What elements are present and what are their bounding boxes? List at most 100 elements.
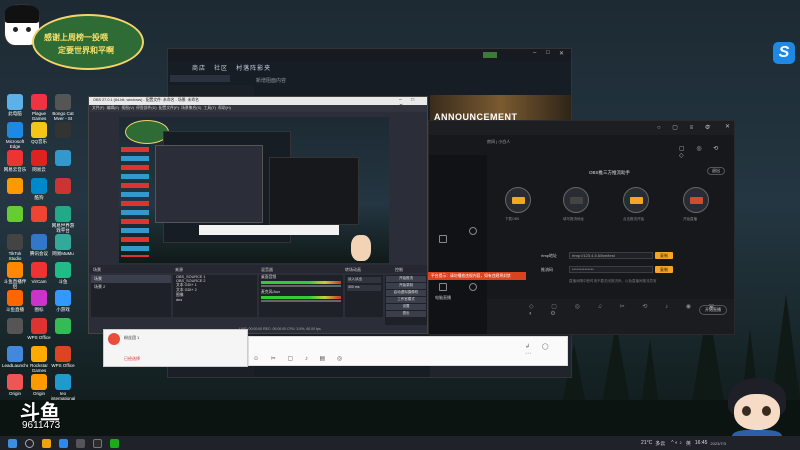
taskbar-app-icon[interactable] xyxy=(42,438,51,448)
step-node-2[interactable] xyxy=(563,187,589,213)
chat-toolbar-icons[interactable]: ☺ ✂ ▢ ♪ ▤ ◎ xyxy=(253,355,347,362)
chat-popup: 粉丝团 1 已经选择 xyxy=(103,329,248,367)
desktop-icon[interactable]: 酷狗 xyxy=(26,178,52,205)
obs-menu-profile[interactable]: 配置文件(P) xyxy=(159,106,179,110)
desktop-icon[interactable] xyxy=(2,318,28,345)
chat-item-1[interactable]: 粉丝团 1 xyxy=(124,335,139,341)
chat-item-2[interactable]: 已经选择 xyxy=(124,356,140,362)
transition-type[interactable]: 淡入淡出 xyxy=(347,277,381,283)
desktop-icon-label xyxy=(2,335,28,345)
taskbar-app-icon[interactable] xyxy=(59,438,68,448)
scene-item[interactable]: 场景 xyxy=(91,275,171,283)
desktop-icon[interactable]: 斗鱼直播 xyxy=(2,290,28,317)
start-record-button[interactable]: 开始录制 xyxy=(386,283,426,289)
desktop-icon[interactable] xyxy=(50,150,76,177)
desktop-icon[interactable]: Plague Games xyxy=(26,94,52,121)
steam-friend-button[interactable] xyxy=(483,52,497,58)
steam-nav-store[interactable]: 商店 xyxy=(192,66,206,72)
steam-search[interactable] xyxy=(170,75,230,82)
key-copy-button[interactable]: 复制 xyxy=(655,266,673,273)
desktop-icon[interactable]: WPS Office xyxy=(26,318,52,345)
desktop-icon[interactable]: 网易云音乐 xyxy=(2,150,28,177)
desktop-icon[interactable]: VirCam xyxy=(26,262,52,289)
step-node-1[interactable] xyxy=(505,187,531,213)
taskbar-app-icon[interactable] xyxy=(76,438,85,448)
ime-indicator[interactable]: 英 xyxy=(686,440,691,447)
step-node-4[interactable] xyxy=(683,187,709,213)
transition-duration[interactable]: 300 ms xyxy=(347,285,381,291)
desktop-icon[interactable]: 斗鱼 xyxy=(50,262,76,289)
desktop-icon[interactable] xyxy=(2,178,28,205)
obs-menu-help[interactable]: 帮助(H) xyxy=(218,106,231,110)
desktop-icon[interactable] xyxy=(50,122,76,149)
tray-icons[interactable]: ^ ◐ ♪ xyxy=(671,440,682,446)
start-stream-button[interactable]: 开始推流 xyxy=(386,276,426,282)
desktop-icon[interactable] xyxy=(26,206,52,233)
mixer-meter-desktop xyxy=(261,281,341,284)
live-left-column xyxy=(429,155,487,334)
live-left-icon-1[interactable] xyxy=(439,235,447,243)
desktop-app-icon xyxy=(7,346,23,362)
live-left-icon-2[interactable] xyxy=(469,227,477,235)
desktop-icon[interactable] xyxy=(50,318,76,345)
start-button[interactable] xyxy=(8,438,17,448)
live-tab[interactable]: 电脑直播 xyxy=(435,295,451,301)
desktop-icon[interactable] xyxy=(50,178,76,205)
scene-item[interactable]: 场景 2 xyxy=(91,283,171,291)
desktop-icon[interactable]: 图标 xyxy=(26,290,52,317)
obs-preview[interactable] xyxy=(119,117,389,263)
obs-menu-view[interactable]: 视图(V) xyxy=(121,106,134,110)
studio-mode-button[interactable]: 工作室模式 xyxy=(386,297,426,303)
desktop-icon[interactable]: Bongo Cat Mver - St xyxy=(50,94,76,121)
mixer-slider-desktop[interactable] xyxy=(261,285,341,287)
rtmp-copy-button[interactable]: 复制 xyxy=(655,252,673,259)
obs-menu-edit[interactable]: 编辑(E) xyxy=(107,106,120,110)
steam-nav-profile[interactable]: 村落阵影夹 xyxy=(236,66,271,72)
obs-menu-file[interactable]: 文件(F) xyxy=(92,106,104,110)
virtual-camera-button[interactable]: 启动虚拟摄像机 xyxy=(386,290,426,296)
live-start-button[interactable]: 开始直播 xyxy=(699,305,727,315)
steam-nav-community[interactable]: 社区 xyxy=(214,66,228,72)
desktop-icon[interactable]: WPS Office xyxy=(50,346,76,373)
stream-key-field[interactable]: ************** xyxy=(569,266,653,273)
desktop-icon[interactable]: 小游戏 xyxy=(50,290,76,317)
settings-button[interactable]: 设置 xyxy=(386,304,426,310)
live-minimize-button[interactable]: – xyxy=(707,123,710,129)
desktop-icon[interactable]: TikTok Studio xyxy=(2,234,28,261)
desktop-icon[interactable]: QQ音乐 xyxy=(26,122,52,149)
source-item[interactable]: dns xyxy=(173,298,257,302)
live-left-icon-4[interactable] xyxy=(469,283,477,291)
live-left-icon-3[interactable] xyxy=(439,283,447,291)
steam-minimize-button[interactable]: – xyxy=(533,50,541,58)
exit-button[interactable]: 退出 xyxy=(386,311,426,317)
mixer-slider-mic[interactable] xyxy=(261,300,341,302)
clock-time[interactable]: 16:45 xyxy=(695,440,708,446)
taskbar-app-icon[interactable] xyxy=(110,438,119,448)
obs-menu-docks[interactable]: 停靠部件(D) xyxy=(136,106,156,110)
desktop-icon[interactable]: LeadLauncher xyxy=(2,346,28,373)
taskbar-app-icon[interactable] xyxy=(93,438,102,448)
desktop-icon[interactable]: 网易MuMu xyxy=(50,234,76,261)
desktop-icon[interactable]: 此电脑 xyxy=(2,94,28,121)
obs-menu-tools[interactable]: 工具(T) xyxy=(203,106,215,110)
steam-maximize-button[interactable]: □ xyxy=(546,50,554,58)
chat-send-icons[interactable]: ↲ ◯ ⋯ xyxy=(525,343,567,357)
s-logo-icon[interactable]: S xyxy=(773,42,795,64)
desktop-app-icon xyxy=(31,234,47,250)
desktop-icon[interactable]: 斗鱼直播伴侣 xyxy=(2,262,28,289)
steam-close-button[interactable]: ✕ xyxy=(559,50,567,58)
desktop-icon[interactable]: Microsoft Edge xyxy=(2,122,28,149)
live-exit-button[interactable]: 退出 xyxy=(707,167,725,175)
desktop-icon[interactable]: 网易云 xyxy=(26,150,52,177)
desktop-icon[interactable]: 网易世界游戏平台 xyxy=(50,206,76,233)
desktop-icon[interactable]: 腾讯会议 xyxy=(26,234,52,261)
rtmp-field[interactable]: rtmp://123.4.5.6/live/test xyxy=(569,252,653,259)
desktop-icon-label xyxy=(50,167,76,177)
taskbar-search-icon[interactable] xyxy=(25,438,34,448)
live-close-button[interactable]: ✕ xyxy=(725,123,730,130)
obs-menu-scenes[interactable]: 场景集合(S) xyxy=(181,106,201,110)
weather-temp[interactable]: 21°C xyxy=(641,440,652,446)
desktop-icon[interactable] xyxy=(2,206,28,233)
desktop-icon[interactable]: Rockstar Games xyxy=(26,346,52,373)
step-node-3[interactable] xyxy=(623,187,649,213)
